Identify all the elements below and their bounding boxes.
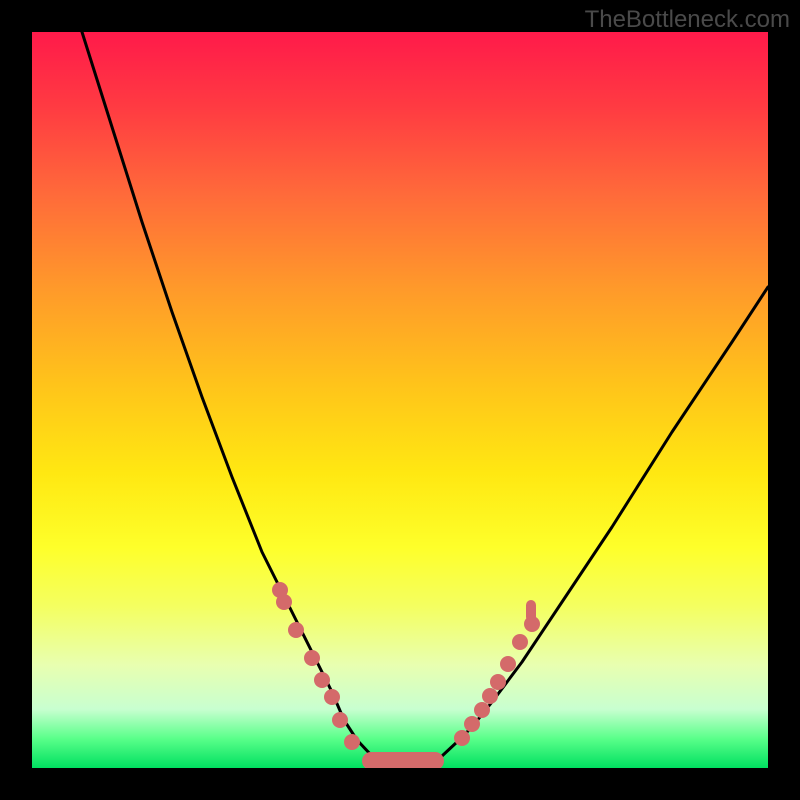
chart-container: TheBottleneck.com bbox=[0, 0, 800, 800]
watermark-text: TheBottleneck.com bbox=[585, 6, 790, 34]
plot-background bbox=[32, 32, 768, 768]
